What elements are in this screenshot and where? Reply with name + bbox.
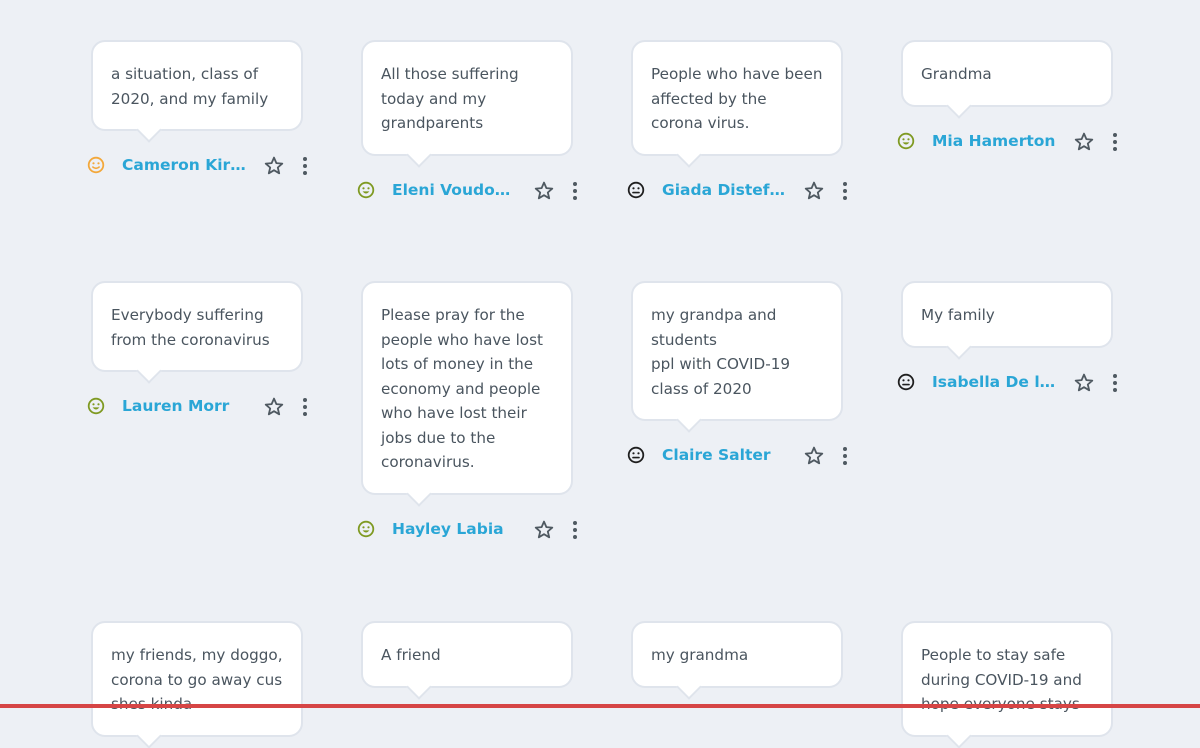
- post-text: my friends, my doggo, corona to go away …: [91, 621, 303, 737]
- bottom-accent-bar: [0, 704, 1200, 708]
- post-meta: Isabella De la ...: [897, 370, 1127, 396]
- post-card[interactable]: People who have been affected by the cor…: [627, 40, 857, 204]
- smile-face-icon: [897, 132, 915, 149]
- author-name[interactable]: Claire Salter: [662, 445, 787, 465]
- post-card[interactable]: my grandma: [627, 621, 857, 688]
- more-options-icon[interactable]: [837, 445, 853, 467]
- author-name[interactable]: Mia Hamerton: [932, 131, 1057, 151]
- post-meta: Cameron Kirby: [87, 153, 317, 179]
- star-icon[interactable]: [1073, 131, 1095, 153]
- post-card[interactable]: Please pray for the people who have lost…: [357, 281, 587, 543]
- post-card[interactable]: A friend: [357, 621, 587, 688]
- post-text: People who have been affected by the cor…: [631, 40, 843, 156]
- post-meta: Eleni Voudou...: [357, 178, 587, 204]
- post-meta: Giada Distefa...: [627, 178, 857, 204]
- more-options-icon[interactable]: [297, 155, 313, 177]
- smile-face-icon: [87, 397, 105, 415]
- author-name[interactable]: Isabella De la ...: [932, 372, 1057, 392]
- star-icon[interactable]: [1073, 372, 1095, 394]
- author-name[interactable]: Lauren Morr: [122, 396, 247, 416]
- star-icon[interactable]: [803, 180, 825, 202]
- star-icon[interactable]: [803, 445, 825, 467]
- neutral-face-icon: [87, 156, 105, 174]
- star-icon[interactable]: [263, 155, 285, 177]
- more-options-icon[interactable]: [1107, 372, 1123, 394]
- post-card[interactable]: Everybody suffering from the coronavirus…: [87, 281, 317, 420]
- post-card[interactable]: People to stay safe during COVID-19 and …: [897, 621, 1127, 737]
- author-name[interactable]: Cameron Kirby: [122, 155, 247, 175]
- author-name[interactable]: Eleni Voudou...: [392, 180, 517, 200]
- post-text: Everybody suffering from the coronavirus: [91, 281, 303, 372]
- post-card[interactable]: my friends, my doggo, corona to go away …: [87, 621, 317, 737]
- smile-face-icon: [357, 181, 375, 198]
- post-card[interactable]: My family Isabella De la ...: [897, 281, 1127, 396]
- post-text: a situation, class of 2020, and my famil…: [91, 40, 303, 131]
- author-name[interactable]: Hayley Labia: [392, 519, 517, 539]
- star-icon[interactable]: [533, 519, 555, 541]
- more-options-icon[interactable]: [567, 519, 583, 541]
- post-text: My family: [901, 281, 1113, 348]
- post-card[interactable]: my grandpa and students ppl with COVID-1…: [627, 281, 857, 469]
- more-options-icon[interactable]: [567, 180, 583, 202]
- neutral-face-icon: [897, 373, 915, 390]
- star-icon[interactable]: [263, 396, 285, 418]
- post-text: my grandma: [631, 621, 843, 688]
- post-meta: Hayley Labia: [357, 517, 587, 543]
- neutral-face-icon: [627, 446, 645, 464]
- post-card[interactable]: a situation, class of 2020, and my famil…: [87, 40, 317, 179]
- post-card[interactable]: Grandma Mia Hamerton: [897, 40, 1127, 155]
- post-meta: Lauren Morr: [87, 394, 317, 420]
- post-meta: Claire Salter: [627, 443, 857, 469]
- author-name[interactable]: Giada Distefa...: [662, 180, 787, 200]
- neutral-face-icon: [627, 181, 645, 198]
- post-text: People to stay safe during COVID-19 and …: [901, 621, 1113, 737]
- more-options-icon[interactable]: [837, 180, 853, 202]
- post-text: A friend: [361, 621, 573, 688]
- post-text: Grandma: [901, 40, 1113, 107]
- post-text: my grandpa and students ppl with COVID-1…: [631, 281, 843, 421]
- post-card[interactable]: All those suffering today and my grandpa…: [357, 40, 587, 204]
- more-options-icon[interactable]: [297, 396, 313, 418]
- post-meta: Mia Hamerton: [897, 129, 1127, 155]
- smile-face-icon: [357, 520, 375, 537]
- post-text: All those suffering today and my grandpa…: [361, 40, 573, 156]
- post-text: Please pray for the people who have lost…: [361, 281, 573, 495]
- more-options-icon[interactable]: [1107, 131, 1123, 153]
- star-icon[interactable]: [533, 180, 555, 202]
